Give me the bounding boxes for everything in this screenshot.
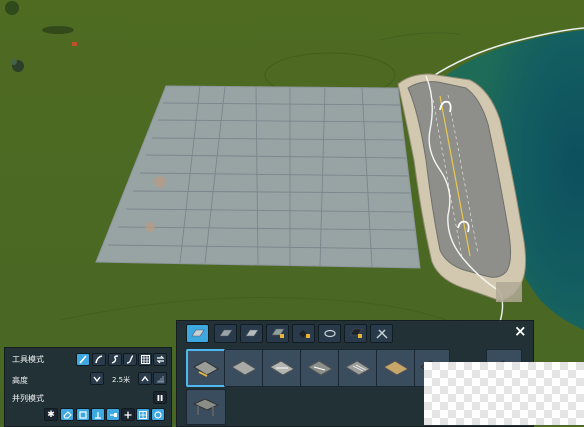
- circle-icon[interactable]: [151, 408, 165, 421]
- freeform-road-icon[interactable]: [108, 353, 122, 366]
- height-value: 2.5米: [112, 376, 131, 384]
- grid-icon[interactable]: [138, 353, 152, 366]
- highway-road-item[interactable]: [338, 349, 378, 387]
- tab-roundabout[interactable]: [318, 324, 341, 343]
- pause-icon[interactable]: [153, 391, 167, 404]
- tab-road-medium[interactable]: [214, 324, 237, 343]
- transparent-area: [424, 362, 584, 425]
- square-icon[interactable]: [76, 408, 90, 421]
- tab-road-locked-3[interactable]: [344, 324, 367, 343]
- cross-icon[interactable]: [121, 408, 135, 421]
- grid-small-icon[interactable]: [136, 408, 150, 421]
- end-icon[interactable]: [106, 408, 120, 421]
- tool-mode-label: 工具模式: [12, 355, 44, 364]
- height-decrease-button[interactable]: [90, 372, 104, 385]
- eraser-icon[interactable]: [60, 408, 74, 421]
- replace-icon[interactable]: [153, 353, 167, 366]
- road-with-lanes-item[interactable]: [262, 349, 302, 387]
- gravel-road-item[interactable]: [186, 349, 226, 387]
- parallel-mode-label: 并列模式: [12, 394, 44, 403]
- sand-road-item[interactable]: [376, 349, 416, 387]
- star-icon[interactable]: ✱: [44, 408, 58, 421]
- tab-road-locked-1[interactable]: [266, 324, 289, 343]
- close-icon[interactable]: ×: [514, 324, 527, 339]
- smooth-curve-icon[interactable]: [123, 353, 137, 366]
- tab-road-basic[interactable]: [186, 324, 209, 343]
- straight-road-icon[interactable]: [76, 353, 90, 366]
- height-label: 高度: [12, 376, 28, 385]
- bridge-item[interactable]: [186, 389, 226, 425]
- height-increase-button[interactable]: [138, 372, 152, 385]
- tab-road-locked-2[interactable]: [292, 324, 315, 343]
- tab-tools[interactable]: [370, 324, 393, 343]
- curve-road-icon[interactable]: [92, 353, 106, 366]
- tab-road-large[interactable]: [240, 324, 263, 343]
- two-lane-road-item[interactable]: [224, 349, 264, 387]
- four-lane-road-item[interactable]: [300, 349, 340, 387]
- t-junction-icon[interactable]: [91, 408, 105, 421]
- height-step-icon[interactable]: [153, 372, 167, 385]
